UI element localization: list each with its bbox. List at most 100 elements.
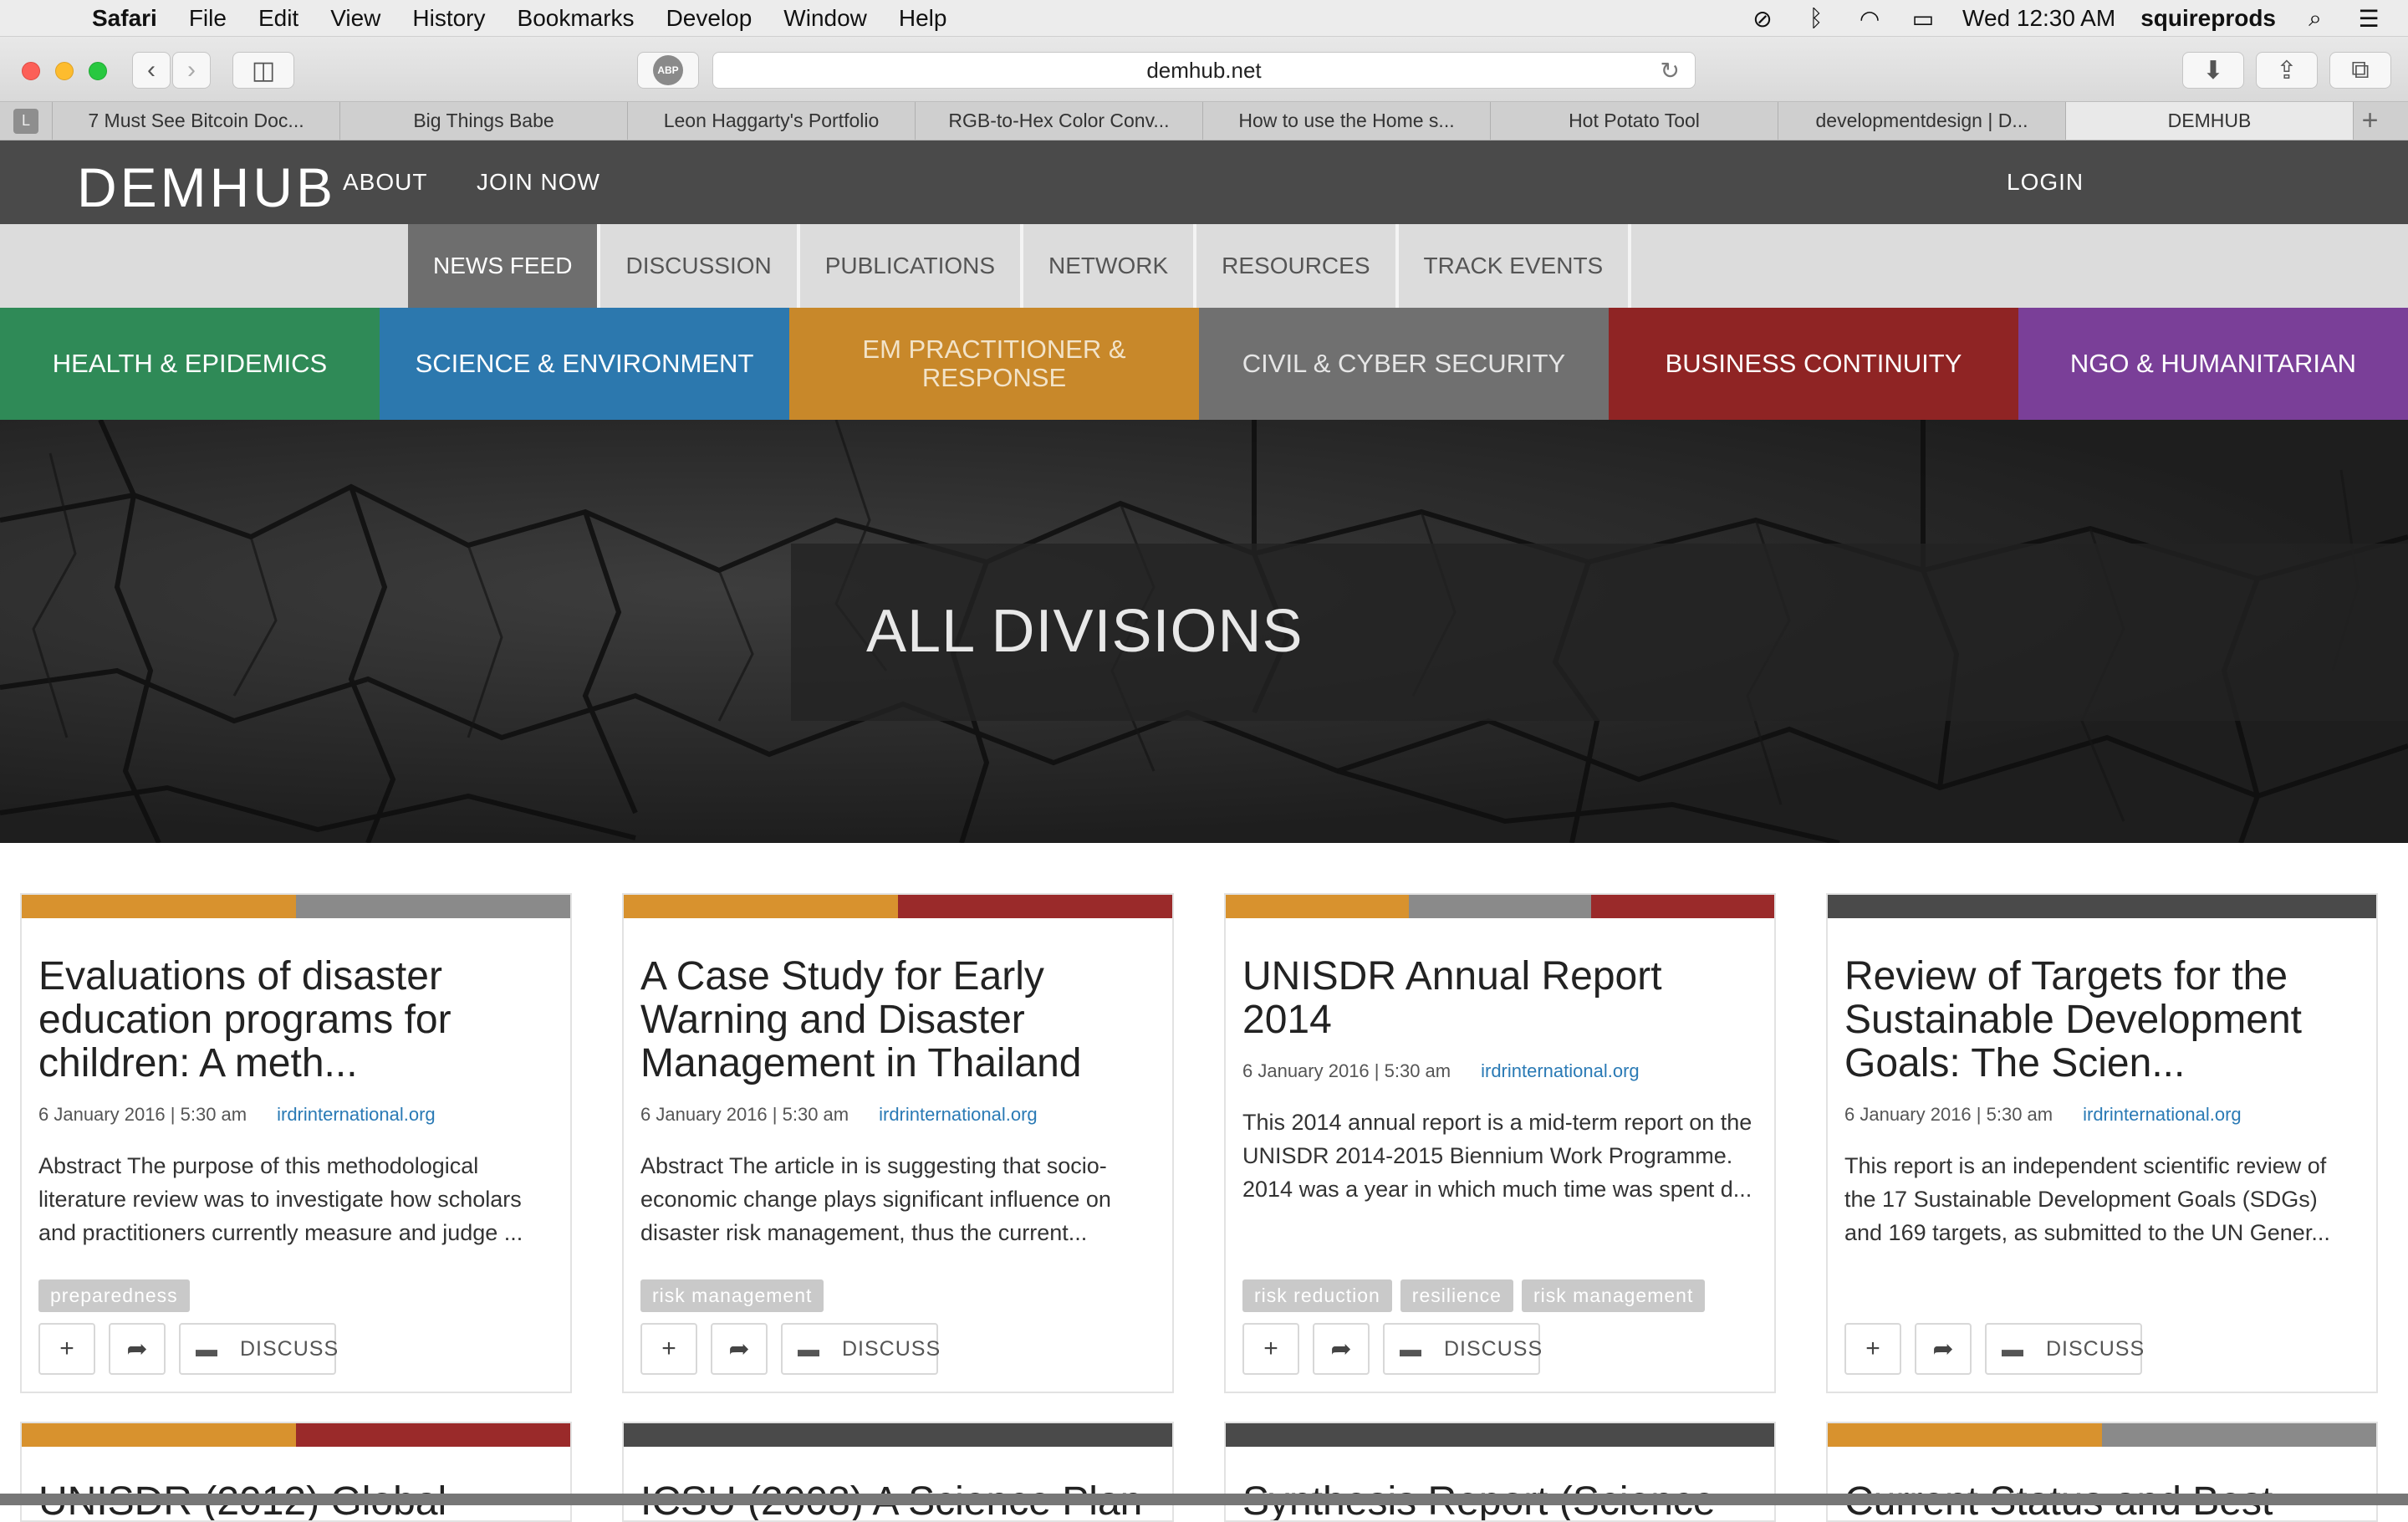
back-button[interactable]: ‹ (132, 52, 171, 89)
card-title[interactable]: A Case Study for Early Warning and Disas… (640, 955, 1156, 1085)
card-actions: + ➦ ▬ DISCUSS (640, 1323, 940, 1375)
minimize-window-button[interactable] (55, 62, 74, 80)
tag-badge[interactable]: risk management (640, 1279, 824, 1312)
notification-center-icon[interactable]: ☰ (2354, 5, 2383, 33)
news-card[interactable]: UNISDR Annual Report 2014 6 January 2016 … (1224, 893, 1776, 1393)
category-em-practitioner-response[interactable]: EM PRACTITIONER & RESPONSE (789, 308, 1199, 420)
menu-file[interactable]: File (189, 5, 227, 32)
card-title[interactable]: Evaluations of disaster education progra… (38, 955, 554, 1085)
tab-publications[interactable]: PUBLICATIONS (800, 224, 1024, 308)
menu-view[interactable]: View (330, 5, 380, 32)
sidebar-toggle-button[interactable]: ◫ (232, 52, 294, 89)
forward-button[interactable]: › (172, 52, 211, 89)
plus-icon: + (661, 1335, 676, 1362)
downloads-button[interactable]: ⬇ (2182, 52, 2244, 89)
tab-resources[interactable]: RESOURCES (1196, 224, 1399, 308)
zoom-window-button[interactable] (89, 62, 107, 80)
menu-app-name[interactable]: Safari (92, 5, 157, 32)
discuss-button[interactable]: ▬ DISCUSS (1383, 1323, 1542, 1375)
menu-bookmarks[interactable]: Bookmarks (518, 5, 635, 32)
discuss-button[interactable]: ▬ DISCUSS (1985, 1323, 2145, 1375)
pinned-tab[interactable]: L (0, 102, 52, 140)
tab-overview-button[interactable]: ⧉ (2329, 52, 2391, 89)
share-button[interactable]: ⇪ (2256, 52, 2318, 89)
card-category-stripe (1828, 1423, 2376, 1447)
news-card[interactable]: A Case Study for Early Warning and Disas… (622, 893, 1174, 1393)
menubar-clock[interactable]: Wed 12:30 AM (1962, 5, 2115, 32)
browser-tab[interactable]: How to use the Home s... (1202, 102, 1490, 140)
tab-network[interactable]: NETWORK (1023, 224, 1197, 308)
do-not-disturb-icon[interactable]: ⊘ (1748, 5, 1777, 33)
adblock-button[interactable]: ABP (637, 52, 699, 89)
browser-tab-active[interactable]: DEMHUB (2065, 102, 2353, 140)
tag-badge[interactable]: risk reduction (1242, 1279, 1392, 1312)
close-window-button[interactable] (22, 62, 40, 80)
news-card[interactable]: UNISDR (2012) Global (20, 1422, 572, 1522)
nav-join-now[interactable]: JOIN NOW (477, 140, 600, 224)
card-source-link[interactable]: irdrinternational.org (879, 1104, 1038, 1126)
share-arrow-icon: ➦ (126, 1335, 148, 1363)
browser-tab[interactable]: RGB-to-Hex Color Conv... (915, 102, 1202, 140)
card-title[interactable]: UNISDR Annual Report 2014 (1242, 955, 1758, 1042)
share-button[interactable]: ➦ (1915, 1323, 1972, 1375)
card-title[interactable]: Review of Targets for the Sustainable De… (1844, 955, 2360, 1085)
news-card[interactable]: Review of Targets for the Sustainable De… (1826, 893, 2378, 1393)
news-card[interactable]: Current Status and Best (1826, 1422, 2378, 1522)
category-civil-cyber-security[interactable]: CIVIL & CYBER SECURITY (1199, 308, 1609, 420)
news-card[interactable]: ICSU (2008) A Science Plan (622, 1422, 1174, 1522)
share-button[interactable]: ➦ (1313, 1323, 1370, 1375)
category-science-environment[interactable]: SCIENCE & ENVIRONMENT (380, 308, 789, 420)
wifi-icon[interactable]: ◠ (1855, 5, 1884, 33)
share-button[interactable]: ➦ (711, 1323, 768, 1375)
reload-icon[interactable]: ↻ (1661, 57, 1680, 84)
tag-badge[interactable]: resilience (1400, 1279, 1513, 1312)
nav-login[interactable]: LOGIN (2007, 140, 2084, 224)
stripe-segment (296, 1423, 570, 1447)
card-source-link[interactable]: irdrinternational.org (277, 1104, 436, 1126)
browser-tab[interactable]: Big Things Babe (339, 102, 627, 140)
card-meta: 6 January 2016 | 5:30 am irdrinternationa… (38, 1104, 554, 1126)
add-button[interactable]: + (38, 1323, 95, 1375)
tab-track-events[interactable]: TRACK EVENTS (1399, 224, 1632, 308)
add-button[interactable]: + (1242, 1323, 1299, 1375)
category-business-continuity[interactable]: BUSINESS CONTINUITY (1609, 308, 2018, 420)
card-source-link[interactable]: irdrinternational.org (1481, 1060, 1640, 1082)
discuss-button[interactable]: ▬ DISCUSS (179, 1323, 338, 1375)
browser-tab[interactable]: Leon Haggarty's Portfolio (627, 102, 915, 140)
address-bar[interactable]: demhub.net ↻ (712, 52, 1696, 89)
add-button[interactable]: + (1844, 1323, 1901, 1375)
chevron-right-icon: › (187, 56, 196, 84)
tag-badge[interactable]: preparedness (38, 1279, 190, 1312)
discuss-button[interactable]: ▬ DISCUSS (781, 1323, 940, 1375)
news-card[interactable]: Evaluations of disaster education progra… (20, 893, 572, 1393)
news-card[interactable]: Synthesis Report (Science (1224, 1422, 1776, 1522)
add-button[interactable]: + (640, 1323, 697, 1375)
card-source-link[interactable]: irdrinternational.org (2083, 1104, 2242, 1126)
spotlight-search-icon[interactable]: ⌕ (2301, 5, 2329, 33)
discuss-label: DISCUSS (2046, 1336, 2145, 1361)
battery-icon[interactable]: ▭ (1909, 5, 1937, 33)
nav-about[interactable]: ABOUT (343, 140, 427, 224)
tag-badge[interactable]: risk management (1521, 1279, 1706, 1312)
site-logo[interactable]: DEMHUB (77, 156, 336, 219)
plus-icon: + (1865, 1335, 1880, 1362)
tab-discussion[interactable]: DISCUSSION (600, 224, 800, 308)
category-ngo-humanitarian[interactable]: NGO & HUMANITARIAN (2018, 308, 2408, 420)
tab-news-feed[interactable]: NEWS FEED (408, 224, 601, 308)
category-health-epidemics[interactable]: HEALTH & EPIDEMICS (0, 308, 380, 420)
browser-tab[interactable]: developmentdesign | D... (1778, 102, 2065, 140)
menu-edit[interactable]: Edit (258, 5, 298, 32)
browser-tab[interactable]: 7 Must See Bitcoin Doc... (52, 102, 339, 140)
bluetooth-icon[interactable]: ᛒ (1802, 5, 1830, 32)
menu-help[interactable]: Help (899, 5, 947, 32)
card-date: 6 January 2016 | 5:30 am (1242, 1060, 1451, 1081)
menu-window[interactable]: Window (783, 5, 867, 32)
menu-history[interactable]: History (412, 5, 485, 32)
share-button[interactable]: ➦ (109, 1323, 166, 1375)
menubar-user[interactable]: squireprods (2140, 5, 2276, 32)
card-excerpt: Abstract The purpose of this methodologi… (38, 1153, 523, 1245)
hero-title-panel: ALL DIVISIONS (791, 544, 2408, 721)
menu-develop[interactable]: Develop (666, 5, 752, 32)
new-tab-button[interactable]: + (2353, 102, 2386, 140)
browser-tab[interactable]: Hot Potato Tool (1490, 102, 1778, 140)
